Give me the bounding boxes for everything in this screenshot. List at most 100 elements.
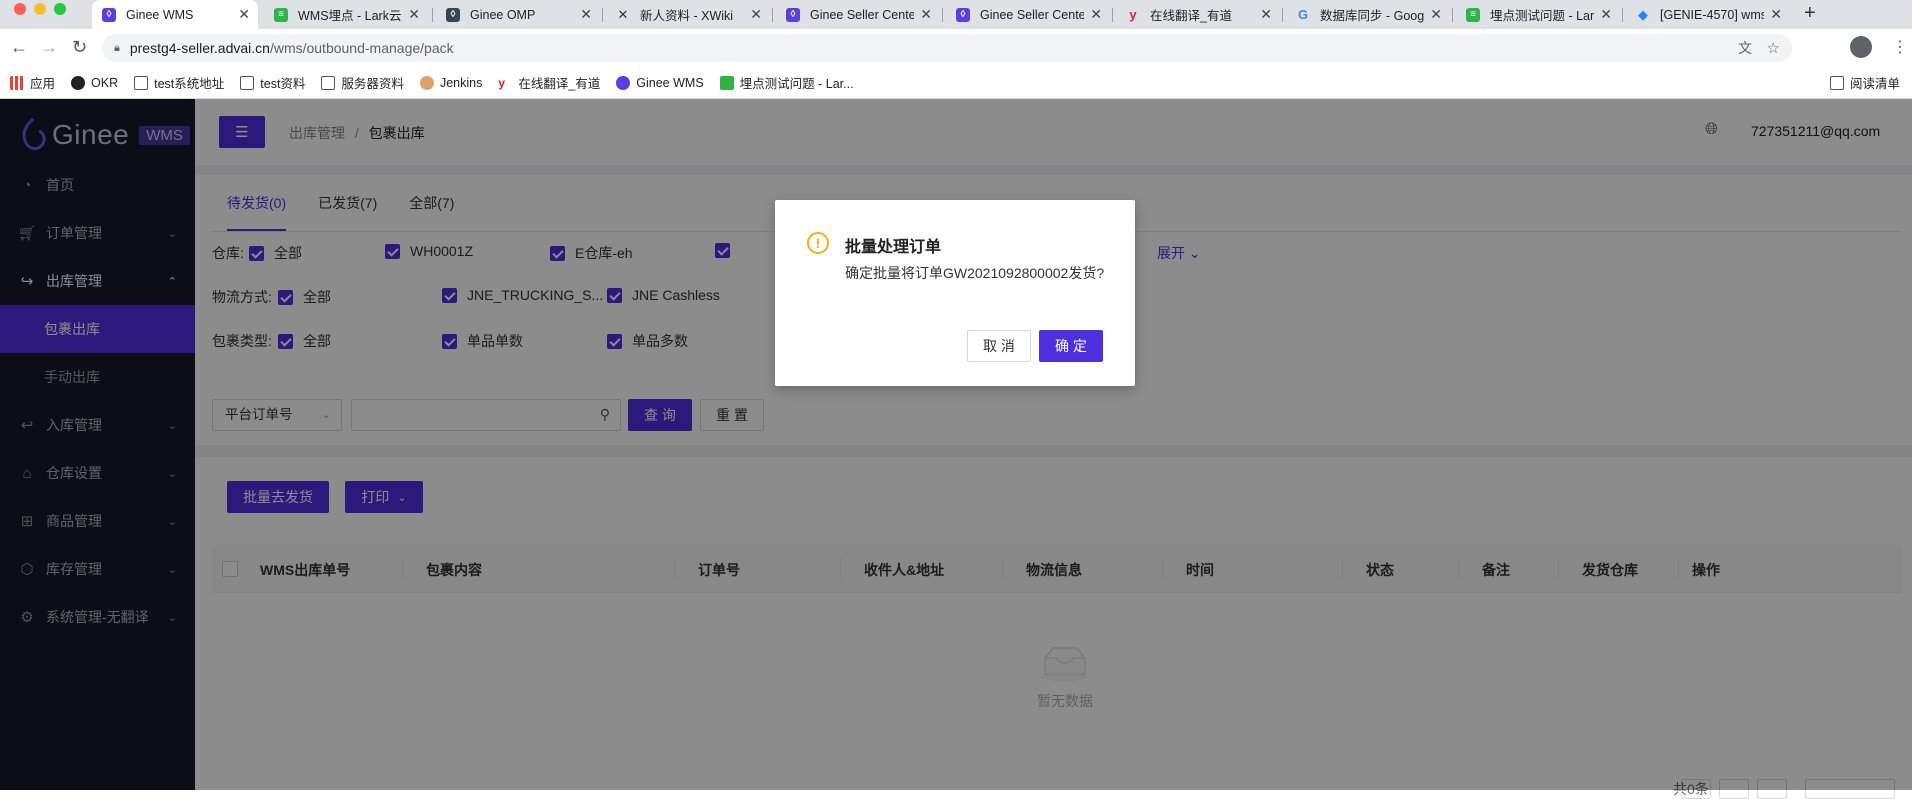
profile-icon[interactable] [1850, 36, 1872, 58]
youdao-icon: y [1129, 7, 1137, 22]
browser-tab[interactable]: ◊ Ginee Seller Center ✕ [776, 0, 940, 29]
bookmark-label: 埋点测试问题 - Lar... [739, 77, 854, 91]
close-tab-icon[interactable]: ✕ [1770, 6, 1782, 23]
close-tab-icon[interactable]: ✕ [238, 6, 250, 23]
ginee-icon: ◊ [102, 7, 116, 22]
browser-tab-strip: ◊ Ginee WMS ✕ ≡ WMS埋点 - Lark云文档 ✕ ◊ Gine… [0, 0, 1912, 29]
tab-title: 埋点测试问题 - Lark [1490, 9, 1595, 23]
bookmark-label: Jenkins [439, 75, 483, 90]
address-bar-row: ← → ↻ 🔒︎ prestg4-seller.advai.cn/wms/out… [0, 29, 1912, 67]
reading-list-icon [1829, 75, 1844, 90]
ginee-omp-icon: ◊ [446, 7, 460, 22]
lark-doc-icon: ≡ [274, 7, 288, 22]
ginee-icon [616, 75, 631, 90]
jira-icon: ◆ [1638, 6, 1648, 22]
bookmark-label: 在线翻译_有道 [518, 77, 601, 91]
okr-icon [71, 75, 86, 90]
browser-tab[interactable]: ≡ 埋点测试问题 - Lark ✕ [1456, 0, 1620, 29]
tab-title: Ginee Seller Center [980, 7, 1085, 22]
back-icon[interactable]: ← [10, 37, 28, 58]
close-tab-icon[interactable]: ✕ [1430, 6, 1442, 23]
bookmark-jenkins[interactable]: Jenkins [419, 75, 483, 90]
close-tab-icon[interactable]: ✕ [580, 6, 592, 23]
xwiki-icon: ✕ [617, 6, 629, 22]
button-label: 确 定 [1055, 338, 1087, 354]
browser-tab[interactable]: ✕ 新人资料 - XWiki ✕ [606, 0, 770, 29]
url-field[interactable]: 🔒︎ prestg4-seller.advai.cn/wms/outbound-… [102, 34, 1792, 62]
close-tab-icon[interactable]: ✕ [1090, 6, 1102, 23]
tab-title: 新人资料 - XWiki [640, 9, 734, 23]
reading-list[interactable]: 阅读清单 [1829, 73, 1900, 92]
tab-title: Ginee WMS [126, 7, 194, 22]
bookmark-folder[interactable]: test资料 [240, 73, 305, 92]
lark-doc-icon: ≡ [1466, 7, 1480, 22]
browser-tab[interactable]: G 数据库同步 - Google ✕ [1286, 0, 1450, 29]
tab-title: 在线翻译_有道 [1150, 9, 1232, 23]
new-tab-button[interactable]: + [1804, 2, 1816, 25]
dialog-title: 批量处理订单 [845, 239, 942, 256]
bookmark-label: 服务器资料 [341, 77, 404, 91]
more-menu-icon[interactable]: ⋮ [1892, 37, 1908, 57]
tab-title: Ginee OMP [470, 7, 536, 22]
bookmark-label: test系统地址 [154, 77, 225, 91]
tab-divider [772, 8, 773, 22]
confirm-button[interactable]: 确 定 [1039, 330, 1103, 362]
close-tab-icon[interactable]: ✕ [920, 6, 932, 23]
tab-divider [942, 8, 943, 22]
folder-icon [240, 75, 255, 90]
star-icon[interactable]: ☆ [1767, 39, 1780, 57]
minimize-window-button[interactable] [34, 3, 46, 15]
close-tab-icon[interactable]: ✕ [750, 6, 762, 23]
forward-icon[interactable]: → [40, 37, 58, 58]
browser-tab[interactable]: ◊ Ginee OMP ✕ [436, 0, 600, 29]
close-window-button[interactable] [14, 3, 26, 15]
close-tab-icon[interactable]: ✕ [1260, 6, 1272, 23]
bookmark-label: test资料 [260, 77, 306, 91]
bookmark-label: OKR [91, 75, 119, 90]
folder-icon [134, 75, 149, 90]
lark-doc-icon [719, 75, 734, 90]
bookmark-label: 应用 [30, 77, 56, 91]
reload-icon[interactable]: ↻ [72, 37, 87, 58]
bookmarks-bar: 应用 OKR test系统地址 test资料 服务器资料 Jenkins y 在线… [0, 67, 1912, 99]
close-tab-icon[interactable]: ✕ [408, 6, 420, 23]
bookmark-youdao[interactable]: y 在线翻译_有道 [498, 73, 600, 92]
youdao-icon: y [498, 75, 506, 90]
tab-divider [1112, 8, 1113, 22]
ginee-icon: ◊ [786, 7, 800, 22]
url-path: /wms/outbound-manage/pack [269, 40, 454, 56]
url-host: prestg4-seller.advai.cn [129, 40, 270, 56]
bookmark-apps[interactable]: 应用 [10, 73, 55, 92]
tab-divider [1622, 8, 1623, 22]
apps-grid-icon [10, 75, 24, 90]
browser-tab[interactable]: ◊ Ginee Seller Center ✕ [946, 0, 1110, 29]
button-label: 取 消 [983, 338, 1015, 354]
zoom-window-button[interactable] [54, 3, 66, 15]
tab-title: [GENIE-4570] wms [1660, 7, 1765, 22]
browser-tab[interactable]: y 在线翻译_有道 ✕ [1116, 0, 1280, 29]
tab-title: Ginee Seller Center [810, 7, 915, 22]
bookmark-label: Ginee WMS [636, 75, 704, 90]
cancel-button[interactable]: 取 消 [967, 330, 1031, 362]
dialog-content: 确定批量将订单GW2021092800002发货? [845, 265, 1105, 281]
lock-icon: 🔒︎ [114, 41, 120, 54]
bookmark-folder[interactable]: 服务器资料 [321, 73, 404, 92]
bookmark-lark[interactable]: 埋点测试问题 - Lar... [719, 73, 854, 92]
bookmark-okr[interactable]: OKR [71, 75, 119, 90]
close-tab-icon[interactable]: ✕ [1600, 6, 1612, 23]
browser-tab[interactable]: ◆ [GENIE-4570] wms ✕ [1626, 0, 1790, 29]
bookmark-folder[interactable]: test系统地址 [134, 73, 224, 92]
exclamation-circle-icon: ! [807, 232, 829, 254]
translate-icon[interactable]: 文 [1738, 38, 1752, 58]
tab-divider [1452, 8, 1453, 22]
google-icon: G [1297, 7, 1309, 22]
reading-list-label: 阅读清单 [1849, 77, 1900, 91]
confirm-dialog: ! 批量处理订单 确定批量将订单GW2021092800002发货? 取 消 确… [775, 200, 1135, 386]
ginee-icon: ◊ [956, 7, 970, 22]
tab-divider [432, 8, 433, 22]
tab-title: WMS埋点 - Lark云文档 [298, 9, 402, 23]
browser-tab[interactable]: ◊ Ginee WMS ✕ [92, 0, 258, 29]
folder-icon [321, 75, 336, 90]
browser-tab[interactable]: ≡ WMS埋点 - Lark云文档 ✕ [264, 0, 428, 29]
bookmark-ginee[interactable]: Ginee WMS [616, 75, 704, 90]
